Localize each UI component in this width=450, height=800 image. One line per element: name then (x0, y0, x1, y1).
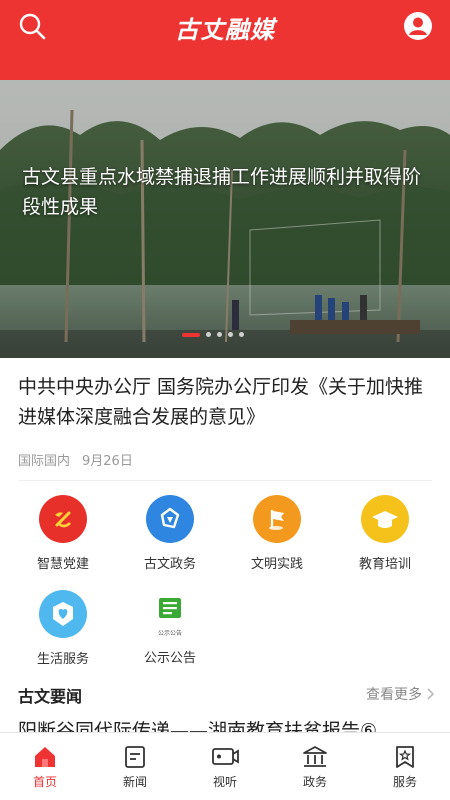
service-civilization-practice[interactable]: 文明实践 (227, 495, 327, 572)
news-item-title: 阳断谷同代际传递——湖南教育扶贫报告⑥ (18, 720, 378, 732)
nav-label: 服务 (392, 775, 417, 789)
user-icon (404, 12, 432, 40)
section-title: 古文要闻 (18, 687, 83, 706)
party-emblem-icon (39, 495, 87, 543)
service-label: 生活服务 (36, 652, 89, 667)
divider (18, 480, 432, 481)
news-item-partial[interactable]: 阳断谷同代际传递——湖南教育扶贫报告⑥ (18, 720, 448, 732)
video-icon (212, 748, 239, 765)
banner-carousel[interactable]: 古文县重点水域禁捕退捕工作进展顺利并取得阶段性成果 (0, 80, 450, 358)
service-education[interactable]: 教育培训 (335, 495, 435, 572)
nav-service[interactable]: 服务 (360, 733, 450, 800)
service-label: 公示公告 (143, 651, 196, 666)
service-smart-party[interactable]: 智慧党建 (13, 495, 113, 572)
nav-label: 视听 (212, 775, 237, 789)
graduation-cap-icon (361, 495, 409, 543)
chevron-right-icon (427, 688, 435, 700)
nav-news[interactable]: 新闻 (90, 733, 180, 800)
service-star-icon (396, 746, 414, 768)
carousel-dot[interactable] (228, 332, 233, 337)
search-icon (19, 13, 46, 40)
profile-button[interactable] (394, 8, 442, 44)
nav-label: 新闻 (122, 775, 147, 789)
heart-shield-icon (39, 590, 87, 638)
app-logo: 古丈融媒 (175, 15, 275, 44)
nav-government[interactable]: 政务 (270, 733, 360, 800)
service-government[interactable]: 古文政务 (120, 495, 220, 572)
bottom-nav: 首页 新闻 视听 政务 服务 (0, 732, 450, 800)
banner-caption: 古文县重点水域禁捕退捕工作进展顺利并取得阶段性成果 (22, 166, 422, 218)
headline-date: 9月26日 (82, 454, 133, 469)
nav-label: 首页 (32, 775, 57, 789)
carousel-dot[interactable] (206, 332, 211, 337)
carousel-indicator (182, 332, 244, 337)
government-icon (146, 495, 194, 543)
home-icon (35, 747, 55, 767)
news-icon (125, 746, 145, 768)
service-label: 智慧党建 (36, 557, 89, 572)
app-header: 古丈融媒 (0, 0, 450, 80)
headline-category: 国际国内 (18, 454, 71, 469)
notice-icon-caption: 公示公告 (157, 630, 182, 637)
carousel-dot-active[interactable] (182, 332, 200, 337)
flag-icon (253, 495, 301, 543)
service-label: 教育培训 (358, 557, 411, 572)
carousel-dot[interactable] (217, 332, 222, 337)
service-public-notice[interactable]: 公示公告 公示公告 (120, 590, 220, 666)
nav-home[interactable]: 首页 (0, 733, 90, 800)
headline-meta: 国际国内 9月26日 (18, 450, 133, 469)
search-button[interactable] (8, 8, 56, 44)
carousel-dot[interactable] (239, 332, 244, 337)
service-life[interactable]: 生活服务 (13, 590, 113, 667)
service-label: 古文政务 (143, 557, 196, 572)
view-more-link[interactable]: 查看更多 (366, 684, 436, 704)
nav-label: 政务 (302, 775, 327, 789)
service-label: 文明实践 (250, 557, 303, 572)
headline-title[interactable]: 中共中央办公厅 国务院办公厅印发《关于加快推进媒体深度融合发展的意见》 (18, 372, 432, 432)
government-building-icon (303, 746, 327, 767)
nav-video[interactable]: 视听 (180, 733, 270, 800)
view-more-label: 查看更多 (366, 687, 422, 703)
